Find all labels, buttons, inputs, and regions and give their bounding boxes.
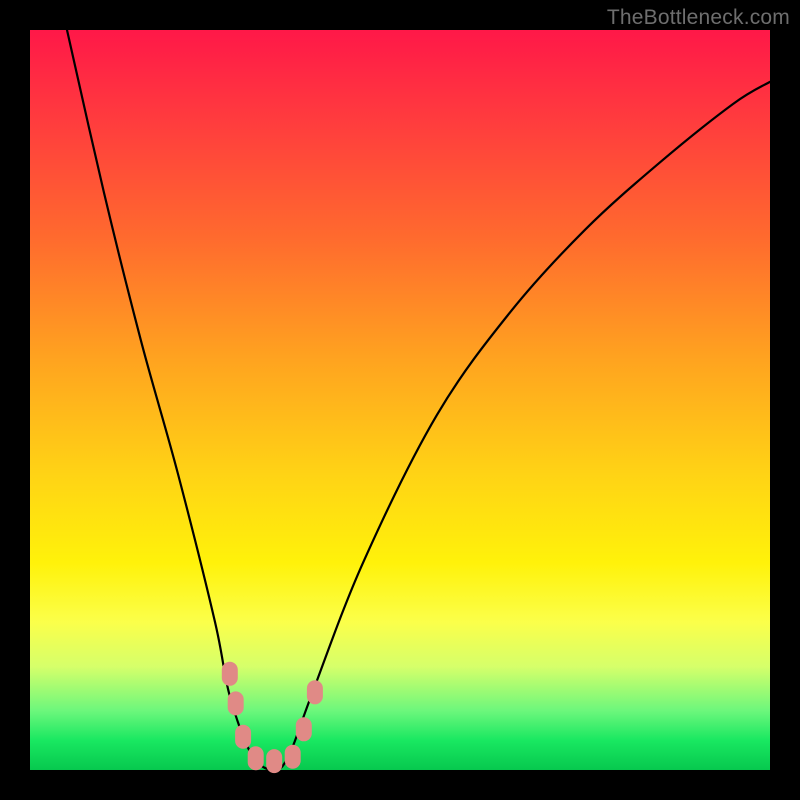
curve-svg — [30, 30, 770, 770]
marker-left-low — [235, 725, 251, 749]
plot-area — [30, 30, 770, 770]
chart-frame: TheBottleneck.com — [0, 0, 800, 800]
marker-bottom-c — [285, 745, 301, 769]
marker-right-low — [296, 717, 312, 741]
watermark-text: TheBottleneck.com — [607, 6, 790, 30]
marker-bottom-b — [266, 749, 282, 773]
marker-left-mid — [228, 691, 244, 715]
marker-right-upper — [307, 680, 323, 704]
bottleneck-curve — [67, 30, 770, 770]
marker-left-upper — [222, 662, 238, 686]
marker-bottom-a — [248, 746, 264, 770]
